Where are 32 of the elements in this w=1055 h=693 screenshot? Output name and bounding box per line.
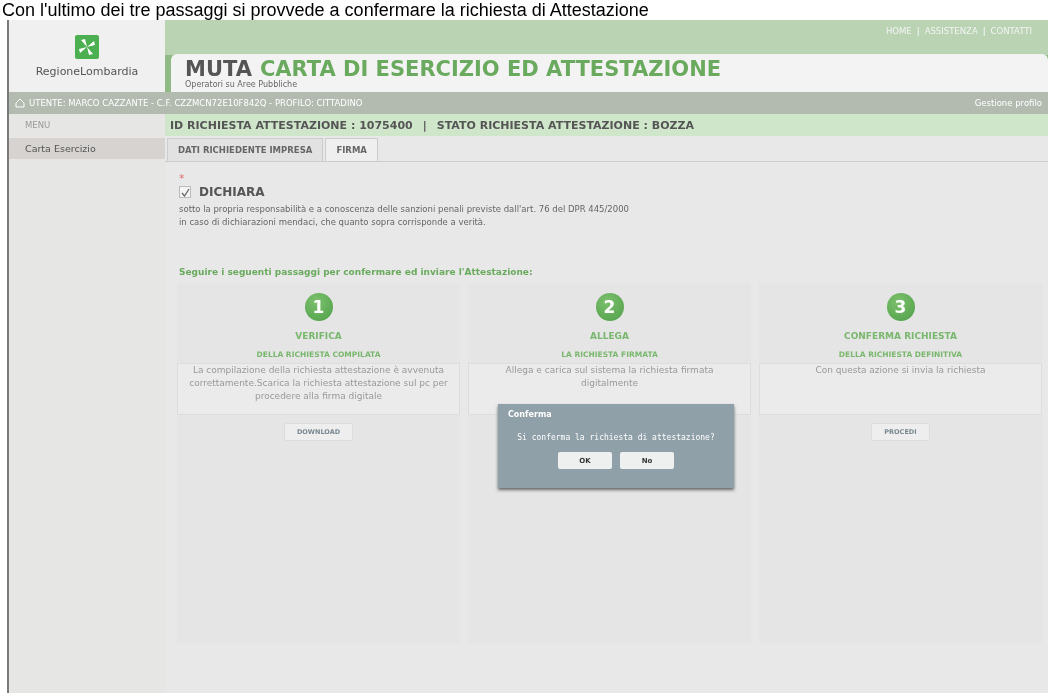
dialog-message: Si conferma la richiesta di attestazione? bbox=[516, 433, 716, 442]
declare-checkbox[interactable] bbox=[179, 186, 191, 198]
declare-label: DICHIARA bbox=[199, 185, 265, 199]
step-number: 2 bbox=[595, 293, 624, 321]
request-id: ID RICHIESTA ATTESTAZIONE : 1075400 bbox=[170, 118, 413, 132]
logo-text: RegioneLombardia bbox=[35, 64, 139, 78]
step-title: ALLEGA bbox=[590, 331, 629, 341]
step-description: La compilazione della richiesta attestazione è avvenuta correttamente.Scarica la richiesta attestazione sul pc per procedere alla firma digitale bbox=[177, 363, 460, 415]
user-info: UTENTE: MARCO CAZZANTE - C.F. CZZMCN72E10F842Q - PROFILO: CITTADINO bbox=[29, 98, 364, 108]
tab[interactable]: FIRMA bbox=[325, 138, 378, 161]
profile-link[interactable]: Gestione profilo bbox=[974, 98, 1042, 108]
declaration-text: sotto la propria responsabilità e a conoscenza delle sanzioni penali previste dall'art. 76 del DPR 445/2000 in caso di dichiarazioni mendaci, che quanto sopra corrisponde a verità. bbox=[179, 203, 630, 229]
app-name: MUTA bbox=[185, 58, 252, 80]
step-number: 1 bbox=[304, 293, 333, 321]
status-separator: | bbox=[422, 118, 427, 132]
step-number: 3 bbox=[886, 293, 915, 321]
nav-separator: | bbox=[916, 26, 920, 38]
step-title: CONFERMA RICHIESTA bbox=[844, 331, 957, 341]
instruction-text: Seguire i seguenti passaggi per confermare ed inviare l'Attestazione: bbox=[179, 267, 534, 277]
tab[interactable]: DATI RICHIEDENTE IMPRESA bbox=[167, 138, 324, 161]
home-icon bbox=[15, 98, 25, 108]
page-subtitle: Operatori su Aree Pubbliche bbox=[185, 80, 299, 89]
logo-icon bbox=[75, 34, 99, 59]
sidebar-item[interactable]: Carta Esercizio bbox=[9, 138, 165, 159]
nav-separator: | bbox=[982, 26, 986, 38]
step-description: Con questa azione si invia la richiesta bbox=[759, 363, 1042, 415]
menu-heading: MENU bbox=[24, 120, 52, 132]
caption-text: Con l'ultimo dei tre passaggi si provvede a confermare la richiesta di Attestazione bbox=[1, 0, 650, 20]
required-mark: * bbox=[179, 172, 186, 185]
step-title: VERIFICA bbox=[295, 331, 342, 341]
page-title: CARTA DI ESERCIZIO ED ATTESTAZIONE bbox=[259, 58, 722, 80]
request-state: STATO RICHIESTA ATTESTAZIONE : BOZZA bbox=[436, 118, 694, 132]
